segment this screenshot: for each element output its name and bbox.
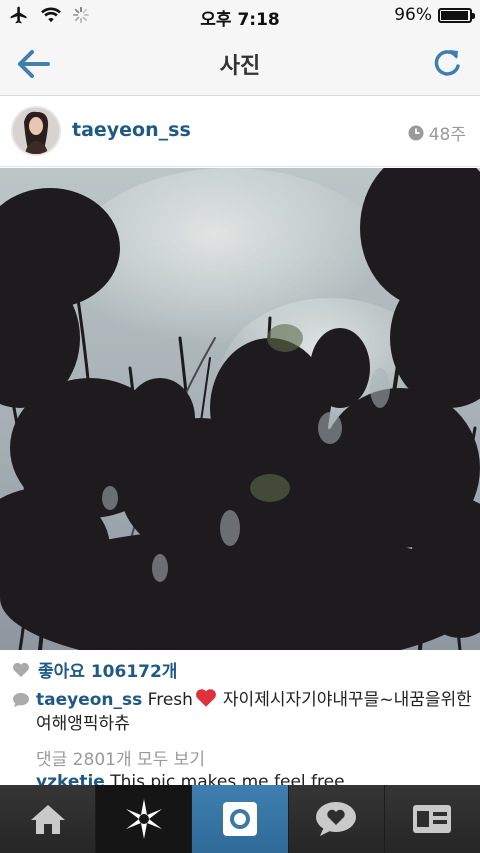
post-photo[interactable] <box>0 168 480 650</box>
comment-preview: yzketie This pic makes me feel free <box>36 772 345 786</box>
heart-bubble-icon <box>316 802 357 836</box>
comment-text: This pic makes me feel free <box>110 772 345 786</box>
clock-icon <box>408 125 424 140</box>
page-title: 사진 <box>219 54 261 79</box>
comment-username[interactable]: yzketie <box>36 772 105 786</box>
status-bar: 오후 7:18 96% <box>0 0 480 32</box>
comment-bubble-icon <box>13 692 29 708</box>
avatar[interactable] <box>11 106 61 156</box>
profile-card-icon <box>413 805 452 833</box>
post-username[interactable]: taeyeon_ss <box>72 119 191 141</box>
nav-bar: 사진 <box>0 32 480 96</box>
caption-text: taeyeon_ss Fresh 자이제시자기야내꾸믈~내꿈을위한여해앵픽하츄 <box>36 688 472 736</box>
home-icon <box>30 805 65 834</box>
caption-username[interactable]: taeyeon_ss <box>36 690 142 710</box>
likes-count[interactable]: 좋아요 106172개 <box>38 657 177 682</box>
caption-text-1: Fresh <box>147 690 193 710</box>
profile-tab[interactable] <box>384 785 480 853</box>
bamboo-sky-image <box>0 168 480 650</box>
battery-tip <box>472 12 475 19</box>
refresh-icon <box>434 50 460 76</box>
tab-bar <box>0 785 480 853</box>
battery-fill <box>441 10 468 20</box>
camera-icon <box>223 802 257 836</box>
heart-icon <box>13 662 29 677</box>
status-right: 96% <box>394 5 475 25</box>
explore-tab[interactable] <box>96 785 193 853</box>
battery-percent: 96% <box>394 5 432 25</box>
caption: taeyeon_ss Fresh 자이제시자기야내꾸믈~내꿈을위한여해앵픽하츄 <box>12 688 472 736</box>
refresh-button[interactable] <box>430 46 464 80</box>
star-icon <box>125 799 162 839</box>
battery-icon <box>438 7 475 23</box>
post-time: 48주 <box>408 120 466 145</box>
avatar-photo <box>13 108 59 154</box>
home-tab[interactable] <box>0 785 97 853</box>
camera-tab[interactable] <box>192 785 289 853</box>
view-all-comments-link[interactable]: 댓글 2801개 모두 보기 <box>36 745 205 770</box>
time-ago: 48주 <box>428 125 466 145</box>
post-header: taeyeon_ss 48주 <box>0 97 480 167</box>
red-heart-icon <box>196 689 216 707</box>
likes-row[interactable]: 좋아요 106172개 <box>12 657 177 682</box>
news-tab[interactable] <box>288 785 385 853</box>
